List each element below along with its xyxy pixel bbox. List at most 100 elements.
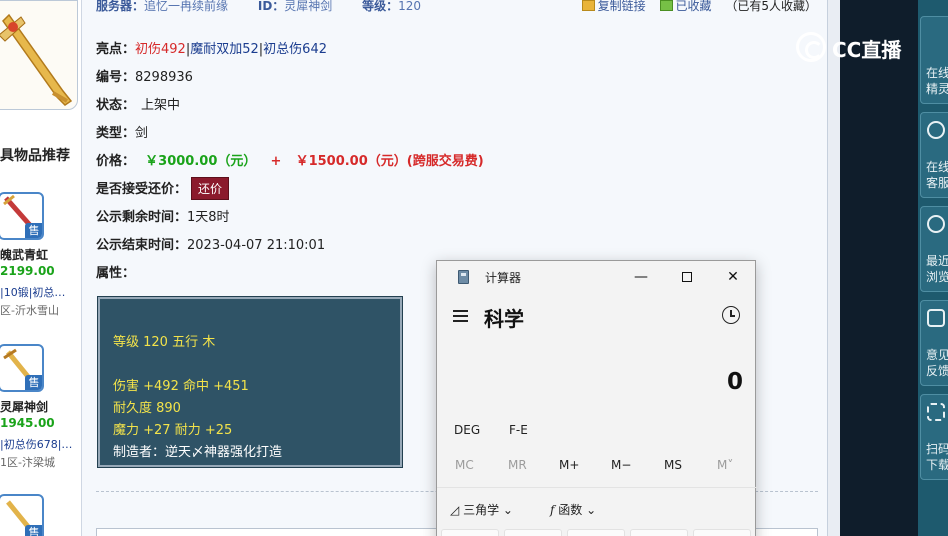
clock-icon — [927, 215, 945, 233]
scan-icon — [927, 403, 945, 421]
cc-brand-text: CC直播 — [832, 38, 902, 62]
item-actions: 复制链接 已收藏 （已有5人收藏） — [581, 0, 817, 14]
remaining-label: 公示剩余时间： — [96, 210, 188, 225]
copy-link-button[interactable]: 复制链接 — [598, 0, 646, 13]
history-icon[interactable] — [722, 306, 740, 324]
recommend-item-server: 1区-汴梁城 — [0, 456, 55, 469]
side-toolbar: 在线 精灵 在线 客服 最近 浏览 意见 反馈 扫码 下载 — [918, 0, 948, 536]
favorite-button[interactable]: 已收藏 — [676, 0, 712, 13]
keypad-key[interactable] — [693, 529, 751, 536]
keypad-key[interactable] — [441, 529, 499, 536]
side-item-label: 客服 — [926, 176, 948, 190]
price-plus: + — [270, 154, 282, 169]
attr-row: 属性： — [96, 262, 135, 281]
item-hero-image — [0, 0, 78, 110]
price-row: 价格： ￥3000.00（元） + ￥1500.00（元）(跨服交易费) — [96, 150, 484, 169]
recommend-title: 具物品推荐 — [0, 148, 70, 164]
page-gutter — [828, 0, 840, 536]
side-item-label: 在线 — [926, 66, 948, 80]
close-button[interactable]: ✕ — [710, 264, 756, 290]
hamburger-menu-icon[interactable] — [453, 309, 469, 323]
highlight-3: 初总伤642 — [263, 42, 327, 57]
highlight-1: 初伤492 — [135, 42, 186, 57]
attr-line: 等级 120 五行 木 — [113, 335, 216, 350]
memory-store-button[interactable]: MS — [664, 458, 682, 472]
page-dark-background — [840, 0, 918, 536]
status-label: 状态： — [96, 98, 136, 113]
function-icon: f — [550, 503, 555, 517]
maximize-button[interactable] — [664, 264, 710, 290]
attribute-box: 等级 120 五行 木 伤害 +492 命中 +451 耐久度 890 魔力 +… — [97, 296, 403, 468]
number-label: 编号： — [96, 70, 136, 85]
side-item-feedback[interactable]: 意见 反馈 — [920, 300, 948, 386]
side-item-download[interactable]: 扫码 下载 — [920, 394, 948, 480]
keypad-key[interactable] — [504, 529, 562, 536]
calculator-window[interactable]: 计算器 — ✕ 科学 0 DEG F-E MC MR M+ M− MS M˅ ◿… — [436, 260, 757, 536]
angle-unit-button[interactable]: DEG — [454, 423, 480, 437]
end-time-row: 公示结束时间：2023-04-07 21:10:01 — [96, 234, 325, 253]
cc-logo-icon — [796, 32, 826, 62]
edit-icon — [927, 309, 945, 327]
fe-button[interactable]: F-E — [509, 423, 528, 437]
side-item-recent[interactable]: 最近 浏览 — [920, 206, 948, 292]
recommend-item-name[interactable]: 灵犀神剑 — [0, 398, 48, 415]
maximize-icon — [682, 272, 692, 282]
recommend-item-attrs: |10锻|初总… — [0, 286, 66, 299]
price-fee: ￥1500.00（元）(跨服交易费) — [295, 154, 484, 169]
memory-subtract-button[interactable]: M− — [611, 458, 631, 472]
memory-recall-button[interactable]: MR — [508, 458, 527, 472]
side-item-label: 扫码 — [926, 442, 948, 456]
counter-offer-label: 是否接受还价： — [96, 182, 188, 197]
calculator-app-icon — [458, 270, 469, 284]
function-dropdown[interactable]: f 函数 ⌄ — [550, 501, 596, 518]
minimize-button[interactable]: — — [618, 264, 664, 290]
trigonometry-dropdown[interactable]: ◿ 三角学 ⌄ — [450, 501, 513, 518]
memory-add-button[interactable]: M+ — [559, 458, 579, 472]
recommend-item-server: 区-沂水雪山 — [0, 304, 59, 317]
end-time-value: 2023-04-07 21:10:01 — [187, 238, 326, 253]
attr-line: 耐久度 890 — [113, 401, 181, 416]
sale-tag: 售 — [25, 375, 42, 390]
recommend-item-price: 2199.00 — [0, 264, 55, 278]
side-item-label: 意见 — [926, 348, 948, 362]
sale-tag: 售 — [25, 525, 42, 536]
recommend-thumb[interactable]: 售 — [0, 344, 44, 392]
keypad-key[interactable] — [630, 529, 688, 536]
favorite-count: （已有5人收藏） — [725, 0, 817, 13]
level-label: 等级： — [362, 0, 399, 13]
remaining-value: 1天8时 — [187, 210, 230, 225]
function-label: 函数 — [558, 503, 583, 517]
attr-label: 属性： — [96, 266, 136, 281]
trigonometry-label: 三角学 — [463, 503, 500, 517]
recommend-item-name[interactable]: 魄武青虹 — [0, 246, 48, 263]
side-item-online-service[interactable]: 在线 客服 — [920, 112, 948, 198]
side-item-label: 反馈 — [926, 364, 948, 378]
type-value: 剑 — [135, 126, 149, 141]
side-item-label: 最近 — [926, 254, 948, 268]
keypad-key[interactable] — [567, 529, 625, 536]
recommend-thumb[interactable]: 售 — [0, 192, 44, 240]
status-row: 状态： 上架中 — [96, 94, 180, 113]
memory-clear-button[interactable]: MC — [455, 458, 474, 472]
side-item-online-sprite[interactable]: 在线 精灵 — [920, 16, 948, 104]
headset-icon — [927, 121, 945, 139]
attr-line: 伤害 +492 命中 +451 — [113, 379, 249, 394]
price-label: 价格： — [96, 154, 136, 169]
copy-link-icon — [581, 0, 595, 11]
remaining-row: 公示剩余时间：1天8时 — [96, 206, 230, 225]
attr-maker-line: 制造者：逆天〆神器强化打造 — [113, 445, 283, 460]
chevron-down-icon: ⌄ — [502, 503, 513, 517]
sale-tag: 售 — [25, 223, 42, 238]
number-value: 8298936 — [135, 70, 193, 85]
side-item-label: 下载 — [926, 458, 948, 472]
calculator-display: 0 — [726, 369, 743, 395]
highlight-2: 魔耐双加52 — [190, 42, 259, 57]
level-value: 120 — [398, 0, 422, 13]
highlight-label: 亮点： — [96, 42, 136, 57]
memory-list-button[interactable]: M˅ — [717, 458, 733, 472]
calculator-titlebar[interactable]: 计算器 — ✕ — [437, 261, 757, 293]
recommend-thumb[interactable]: 售 — [0, 494, 44, 536]
favorite-icon — [659, 0, 673, 11]
type-label: 类型： — [96, 126, 136, 141]
counter-offer-button[interactable]: 还价 — [191, 177, 230, 200]
